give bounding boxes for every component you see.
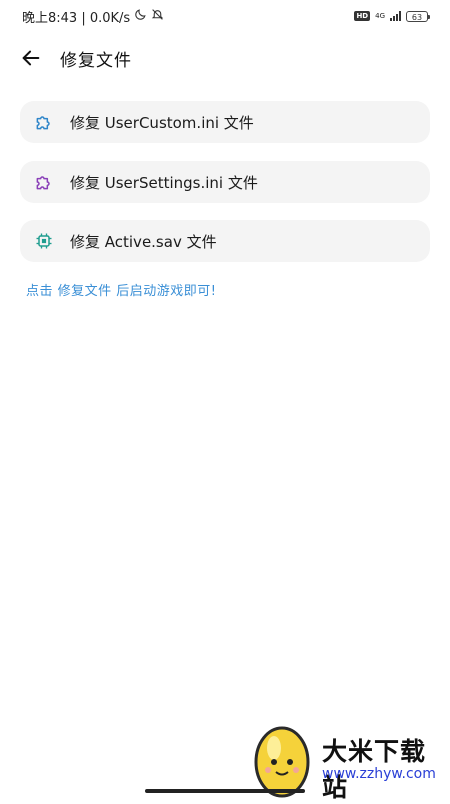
- arrow-left-icon: [22, 50, 40, 66]
- hint-text: 点击 修复文件 后启动游戏即可!: [26, 284, 217, 299]
- status-bar: 晚上8:43 | 0.0K/s HD 4G 63: [0, 0, 450, 32]
- network-type-label: 4G: [375, 11, 385, 20]
- repair-usersettings-button[interactable]: 修复 UserSettings.ini 文件: [20, 161, 430, 203]
- puzzle-icon: [34, 172, 54, 192]
- watermark-logo: [254, 726, 310, 798]
- repair-usercustom-button[interactable]: 修复 UserCustom.ini 文件: [20, 101, 430, 143]
- watermark: 大米下载站 www.zzhyw.com: [250, 718, 450, 802]
- repair-usercustom-label: 修复 UserCustom.ini 文件: [70, 113, 254, 132]
- battery-icon: 63: [406, 10, 430, 22]
- repair-active-sav-label: 修复 Active.sav 文件: [70, 232, 217, 251]
- signal-icon: [390, 11, 401, 21]
- status-right: HD 4G 63: [354, 10, 430, 22]
- battery-level: 63: [411, 12, 423, 22]
- watermark-url: www.zzhyw.com: [322, 766, 436, 782]
- chip-icon: [34, 231, 54, 251]
- repair-active-sav-button[interactable]: 修复 Active.sav 文件: [20, 220, 430, 262]
- repair-usersettings-label: 修复 UserSettings.ini 文件: [70, 173, 258, 192]
- hd-badge: HD: [354, 11, 371, 21]
- network-type: 4G: [375, 11, 385, 20]
- mute-bell-icon: [151, 8, 164, 25]
- moon-icon: [134, 8, 147, 25]
- puzzle-icon: [34, 112, 54, 132]
- status-left: 晚上8:43 | 0.0K/s: [22, 7, 164, 26]
- page-title: 修复文件: [60, 50, 132, 71]
- status-time-speed: 晚上8:43 | 0.0K/s: [22, 10, 131, 26]
- back-button[interactable]: [16, 43, 46, 73]
- app-header: 修复文件: [0, 36, 450, 80]
- home-indicator[interactable]: [145, 789, 305, 793]
